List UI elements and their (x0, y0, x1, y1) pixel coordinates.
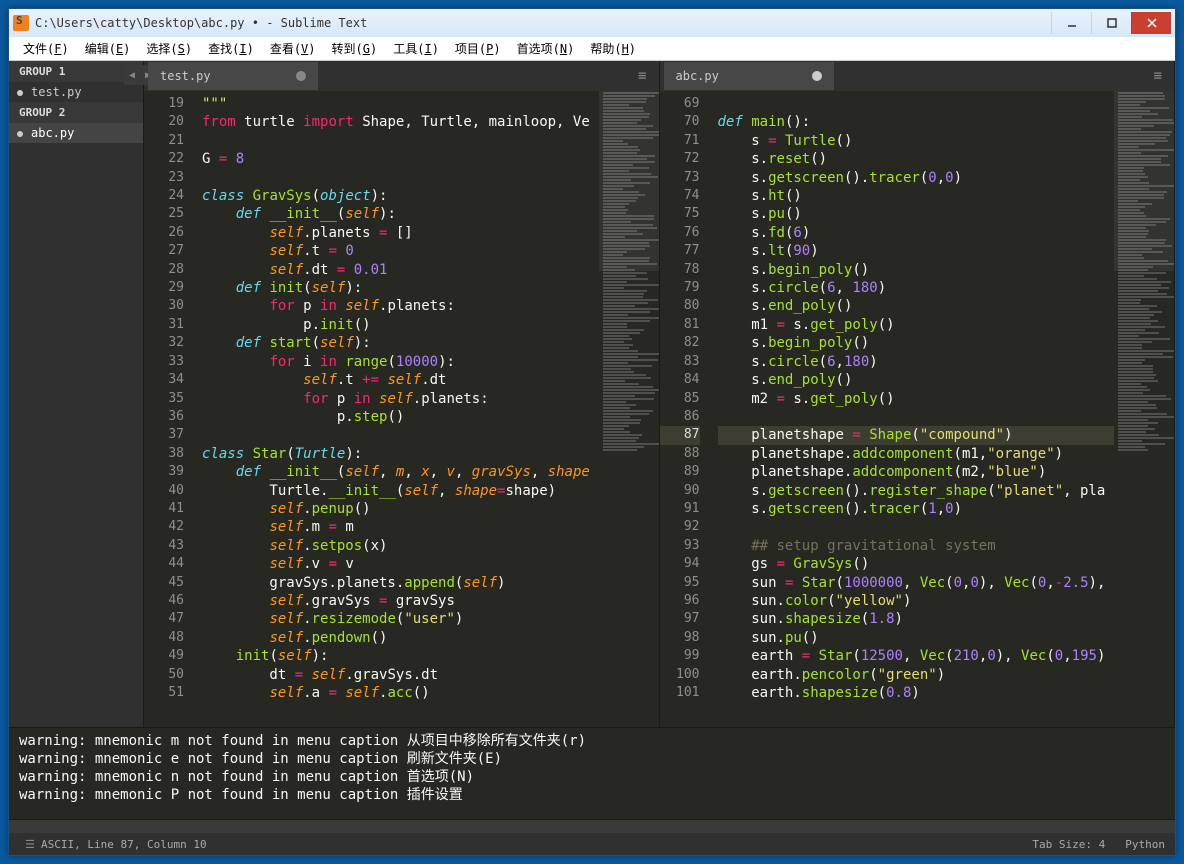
menu-item[interactable]: 首选项(N) (509, 38, 583, 59)
horizontal-scrollbar[interactable] (9, 819, 1175, 833)
menu-item[interactable]: 项目(P) (447, 38, 509, 59)
sidebar: GROUP 1 ◀▶ test.py GROUP 2 abc.py (9, 61, 144, 727)
status-menu-icon[interactable]: ☰ (19, 838, 41, 851)
modified-dot-icon (17, 90, 23, 96)
menu-item[interactable]: 帮助(H) (582, 38, 644, 59)
app-window: C:\Users\catty\Desktop\abc.py • - Sublim… (8, 8, 1176, 856)
menu-item[interactable]: 查看(V) (262, 38, 324, 59)
console-line: warning: mnemonic P not found in menu ca… (19, 786, 1165, 804)
console-panel[interactable]: warning: mnemonic m not found in menu ca… (9, 727, 1175, 819)
sidebar-item-abc[interactable]: abc.py (9, 123, 143, 143)
tab-menu-icon[interactable]: ≡ (1146, 68, 1170, 84)
status-tabsize[interactable]: Tab Size: 4 (1032, 838, 1105, 851)
tab-abc[interactable]: abc.py (664, 62, 834, 90)
console-line: warning: mnemonic m not found in menu ca… (19, 732, 1165, 750)
status-position[interactable]: ASCII, Line 87, Column 10 (41, 838, 207, 851)
minimize-button[interactable] (1051, 12, 1091, 34)
menu-item[interactable]: 查找(I) (200, 38, 262, 59)
left-minimap[interactable] (599, 91, 659, 727)
status-lang[interactable]: Python (1125, 838, 1165, 851)
right-editor[interactable]: 6970717273747576777879808182838485868788… (660, 91, 1175, 727)
console-line: warning: mnemonic n not found in menu ca… (19, 768, 1165, 786)
right-pane: abc.py ≡ 6970717273747576777879808182838… (660, 61, 1176, 727)
menu-item[interactable]: 编辑(E) (77, 38, 139, 59)
tab-test[interactable]: test.py (148, 62, 318, 90)
group2-label: GROUP 2 (9, 102, 143, 123)
window-title: C:\Users\catty\Desktop\abc.py • - Sublim… (35, 16, 1051, 30)
menu-item[interactable]: 工具(I) (385, 38, 447, 59)
tab-menu-icon[interactable]: ≡ (630, 68, 654, 84)
maximize-button[interactable] (1091, 12, 1131, 34)
left-pane: test.py ≡ 192021222324252627282930313233… (144, 61, 660, 727)
menu-item[interactable]: 文件(F) (15, 38, 77, 59)
left-editor[interactable]: 1920212223242526272829303132333435363738… (144, 91, 659, 727)
menu-item[interactable]: 转到(G) (324, 38, 386, 59)
console-line: warning: mnemonic e not found in menu ca… (19, 750, 1165, 768)
status-bar: ☰ ASCII, Line 87, Column 10 Tab Size: 4 … (9, 833, 1175, 855)
sidebar-item-test[interactable]: test.py (9, 82, 143, 102)
menubar: 文件(F)编辑(E)选择(S)查找(I)查看(V)转到(G)工具(I)项目(P)… (9, 37, 1175, 61)
tab-close-icon[interactable] (296, 71, 306, 81)
tab-close-icon[interactable] (812, 71, 822, 81)
app-icon (13, 15, 29, 31)
titlebar[interactable]: C:\Users\catty\Desktop\abc.py • - Sublim… (9, 9, 1175, 37)
group1-label: GROUP 1 (9, 61, 143, 82)
right-minimap[interactable] (1114, 91, 1174, 727)
modified-dot-icon (17, 131, 23, 137)
close-button[interactable] (1131, 12, 1171, 34)
menu-item[interactable]: 选择(S) (138, 38, 200, 59)
